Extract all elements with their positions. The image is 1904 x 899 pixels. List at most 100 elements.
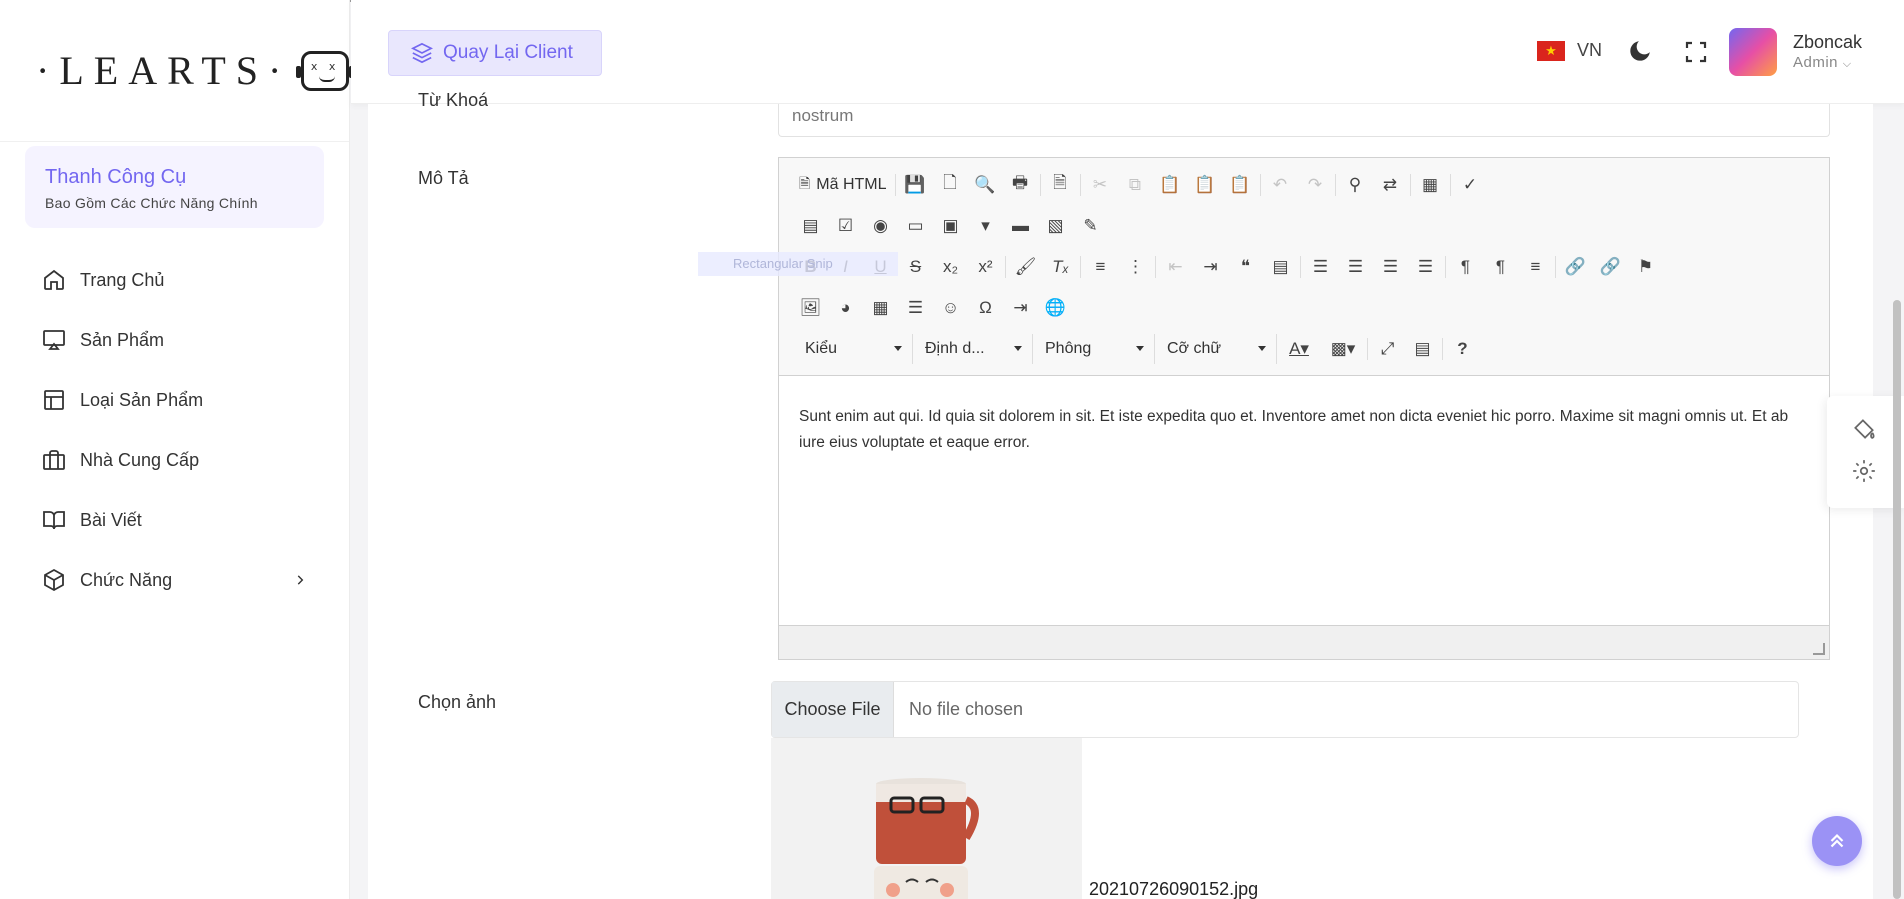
scroll-to-top-button[interactable] [1812,816,1862,866]
smiley-icon[interactable]: ☺ [933,293,968,323]
bg-color-icon[interactable]: ▩▾ [1321,334,1365,364]
gear-icon[interactable] [1851,458,1877,484]
undo-icon[interactable]: ↶ [1263,170,1298,200]
help-icon[interactable]: ? [1445,334,1480,364]
select-all-icon[interactable]: ▦ [1413,170,1448,200]
preview-icon[interactable]: 🔍 [968,170,1003,200]
align-center-icon[interactable]: ☰ [1338,252,1373,282]
image-icon[interactable]: 🖼 [793,293,828,323]
bulleted-list-icon[interactable]: ⋮ [1118,252,1153,282]
book-icon [43,511,65,530]
replace-icon[interactable]: ⇄ [1373,170,1408,200]
sidebar-nav: Trang Chủ Sản Phẩm Loại Sản Phẩm Nhà Cun… [0,250,349,610]
numbered-list-icon[interactable]: ≡ [1083,252,1118,282]
user-name[interactable]: Zboncak [1793,32,1862,53]
logo[interactable]: ·LEARTS· x x [0,0,354,142]
top-header: Quay Lại Client ★ VN Zboncak Admin ⌵ [351,0,1904,104]
rtl-icon[interactable]: ¶ [1483,252,1518,282]
hidden-field-icon[interactable]: ✎ [1073,211,1108,241]
link-icon[interactable]: 🔗 [1558,252,1593,282]
show-blocks-icon[interactable]: ▤ [1405,334,1440,364]
page-break-icon[interactable]: ⇥ [1003,293,1038,323]
superscript-icon[interactable]: x² [968,252,1003,282]
textarea-icon[interactable]: ▣ [933,211,968,241]
copy-format-icon[interactable]: 🖌 [1008,252,1043,282]
paint-bucket-icon[interactable] [1851,416,1877,442]
blockquote-icon[interactable]: ❝ [1228,252,1263,282]
text-color-icon[interactable]: A▾ [1277,334,1321,364]
select-field-icon[interactable]: ▾ [968,211,1003,241]
checkbox-icon[interactable]: ☑ [828,211,863,241]
user-role[interactable]: Admin ⌵ [1793,54,1852,71]
align-right-icon[interactable]: ☰ [1373,252,1408,282]
templates-icon[interactable]: 🗎 [1043,170,1078,200]
div-container-icon[interactable]: ▤ [1263,252,1298,282]
font-size-combo[interactable]: Cỡ chữ [1155,333,1277,364]
back-to-client-button[interactable]: Quay Lại Client [388,30,602,76]
sidebar-item-home[interactable]: Trang Chủ [0,250,349,310]
cut-icon[interactable]: ✂ [1083,170,1118,200]
language-dropdown-icon[interactable]: ≡ [1518,252,1553,282]
flash-icon[interactable]: ◕ [828,293,863,323]
sidebar-item-functions[interactable]: Chức Năng [0,550,349,610]
redo-icon[interactable]: ↷ [1298,170,1333,200]
text-field-icon[interactable]: ▭ [898,211,933,241]
format-combo[interactable]: Định d... [913,333,1033,364]
save-icon[interactable]: 💾 [898,170,933,200]
strike-icon[interactable]: S [898,252,933,282]
font-combo[interactable]: Phông [1033,333,1155,364]
source-html-button[interactable]: 🗎 Mã HTML [793,170,893,200]
paste-text-icon[interactable]: 📋 [1188,170,1223,200]
copy-icon[interactable]: ⧉ [1118,170,1153,200]
choose-file-button[interactable]: Choose File [772,682,894,737]
find-icon[interactable]: ⚲ [1338,170,1373,200]
print-icon[interactable]: 🖶 [1003,170,1038,200]
chevron-down-icon [1014,346,1022,351]
special-char-icon[interactable]: Ω [968,293,1003,323]
image-button-icon[interactable]: ▧ [1038,211,1073,241]
sidebar-item-posts[interactable]: Bài Viết [0,490,349,550]
paste-icon[interactable]: 📋 [1153,170,1188,200]
sidebar-item-categories[interactable]: Loại Sản Phẩm [0,370,349,430]
form-icon[interactable]: ▤ [793,211,828,241]
avatar[interactable] [1729,28,1777,76]
radio-icon[interactable]: ◉ [863,211,898,241]
editor-content-area[interactable]: Sunt enim aut qui. Id quia sit dolorem i… [779,375,1829,625]
justify-icon[interactable]: ☰ [1408,252,1443,282]
ltr-icon[interactable]: ¶ [1448,252,1483,282]
box-icon [44,568,64,592]
anchor-flag-icon[interactable]: ⚑ [1628,252,1663,282]
scrollbar[interactable] [1893,300,1901,899]
style-combo[interactable]: Kiểu [793,333,913,364]
sidebar-item-suppliers[interactable]: Nhà Cung Cấp [0,430,349,490]
indent-icon[interactable]: ⇥ [1193,252,1228,282]
resize-handle[interactable] [1813,643,1825,655]
iframe-globe-icon[interactable]: 🌐 [1038,293,1073,323]
new-page-icon[interactable]: 🗋 [933,170,968,200]
toolbar-title: Thanh Công Cụ [45,166,187,188]
editor-footer [779,625,1829,659]
align-left-icon[interactable]: ☰ [1303,252,1338,282]
remove-format-icon[interactable]: Tₓ [1043,252,1078,282]
home-icon [44,269,64,290]
unlink-icon[interactable]: 🔗 [1593,252,1628,282]
monitor-icon [43,330,65,350]
file-input[interactable]: Choose File No file chosen [771,681,1799,738]
subscript-icon[interactable]: x₂ [933,252,968,282]
moon-icon[interactable] [1627,38,1653,64]
keyword-input[interactable]: nostrum [778,104,1830,137]
fullscreen-icon[interactable] [1684,40,1708,64]
button-field-icon[interactable]: ▬ [1003,211,1038,241]
paste-word-icon[interactable]: 📋 [1223,170,1258,200]
maximize-icon[interactable]: ⤢ [1370,334,1405,364]
editor-toolbar-row-5: Kiểu Định d... Phông Cỡ chữ A▾ ▩▾ ⤢ ▤ ? [779,328,1829,369]
language-switcher[interactable]: ★ VN [1537,40,1602,61]
no-file-text: No file chosen [909,699,1024,719]
outdent-icon[interactable]: ⇤ [1158,252,1193,282]
horizontal-line-icon[interactable]: ☰ [898,293,933,323]
table-icon[interactable]: ▦ [863,293,898,323]
logo-text: ·LEARTS· [36,48,292,93]
spellcheck-icon[interactable]: ✓ [1453,170,1488,200]
briefcase-icon [43,450,65,470]
sidebar-item-products[interactable]: Sản Phẩm [0,310,349,370]
